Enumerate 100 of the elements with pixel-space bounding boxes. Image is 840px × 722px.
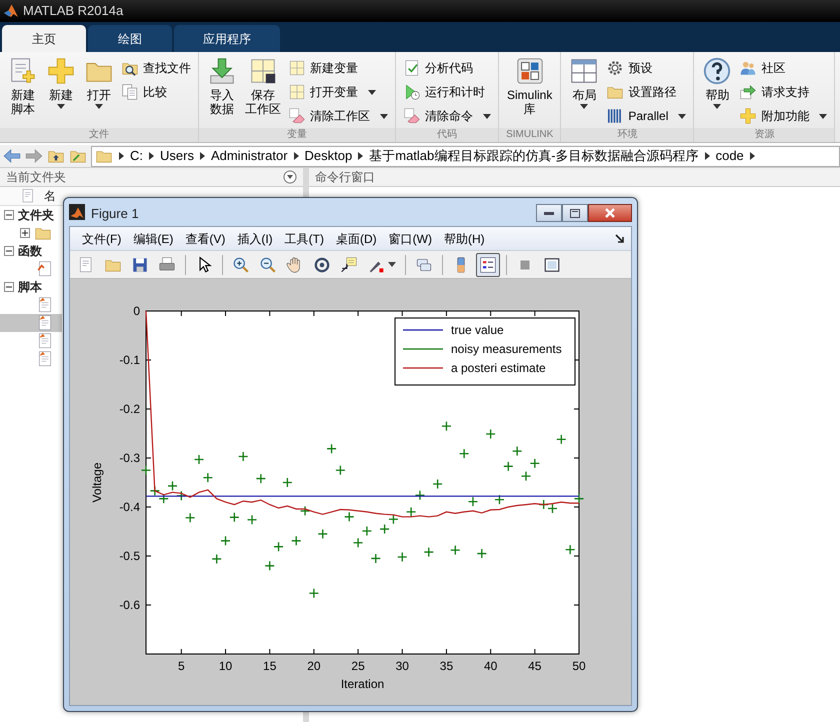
ribbon-button[interactable]: 新建 脚本 [5, 56, 41, 128]
minimize-button[interactable] [536, 204, 562, 222]
tick-label: -0.4 [119, 500, 140, 514]
menu-item[interactable]: 插入(I) [231, 230, 279, 248]
data-point [150, 486, 160, 496]
close-button[interactable] [588, 204, 632, 222]
menu-item[interactable]: 工具(T) [278, 230, 330, 248]
toolbar-button[interactable] [476, 252, 500, 276]
expand-icon[interactable] [20, 228, 30, 238]
menu-item[interactable]: 窗口(W) [382, 230, 438, 248]
data-point [202, 472, 213, 483]
data-point [326, 444, 337, 454]
ribbon-button[interactable]: Simulink 库 [504, 56, 556, 128]
tab[interactable]: 应用程序 [174, 25, 280, 52]
tick-label: 35 [440, 659, 454, 673]
data-point [212, 554, 222, 564]
print-icon [158, 256, 176, 274]
ribbon-button[interactable]: 导入 数据 [204, 56, 240, 128]
data-point [229, 512, 240, 522]
data-point [140, 465, 152, 476]
data-point [565, 544, 576, 555]
ribbon-button[interactable]: 帮助 [699, 56, 736, 128]
ribbon-button[interactable]: 保存 工作区 [242, 56, 284, 128]
menu-item[interactable]: 桌面(D) [330, 230, 383, 248]
legend-icon [479, 256, 497, 274]
dock-icon[interactable] [615, 234, 625, 244]
menu-item[interactable]: 查看(V) [179, 230, 232, 248]
legend-label: a posteri estimate [451, 361, 546, 375]
ribbon-button[interactable]: 运行和计时 [401, 81, 493, 103]
tree-node[interactable]: 脚本 [18, 278, 42, 296]
data-point [273, 542, 284, 552]
path-segment[interactable]: Administrator [210, 146, 288, 166]
tick-label: -0.1 [119, 353, 140, 367]
tick-label: 15 [263, 659, 276, 673]
help-icon [702, 56, 732, 86]
tab[interactable]: 主页 [2, 25, 86, 52]
tab[interactable]: 绘图 [88, 25, 172, 52]
data-point [344, 512, 354, 522]
group-label: 环境 [561, 128, 694, 142]
path-segment[interactable]: C: [130, 146, 143, 166]
plus-icon [46, 56, 76, 86]
path-segment[interactable]: Desktop [304, 146, 352, 166]
tick-label: 25 [351, 659, 365, 673]
column-title: 名 [44, 188, 56, 205]
ribbon-button[interactable]: 清除工作区 [286, 105, 390, 127]
tree-node[interactable]: 文件夹 [18, 206, 54, 224]
ribbon-button[interactable]: 查找文件 [119, 57, 193, 79]
save-icon [131, 256, 149, 274]
script-file-icon [36, 350, 54, 368]
menu-item[interactable]: 帮助(H) [438, 230, 491, 248]
maximize-button[interactable] [562, 204, 588, 222]
tree-node[interactable]: 函数 [18, 242, 42, 260]
data-point [220, 536, 231, 546]
path-segment[interactable]: 基于matlab编程目标跟踪的仿真-多目标数据融合源码程序 [369, 146, 699, 166]
tick-label: -0.5 [119, 549, 140, 563]
chevron-icon [358, 152, 364, 160]
figure-icon [69, 204, 85, 220]
menu-item[interactable]: 编辑(E) [127, 230, 180, 248]
data-point [167, 480, 178, 492]
menu-item[interactable]: 文件(F) [76, 230, 128, 248]
collapse-icon[interactable] [4, 210, 14, 220]
back-icon[interactable] [3, 147, 21, 165]
ribbon-button[interactable]: 打开变量 [286, 81, 390, 103]
ribbon-button[interactable]: Parallel [604, 105, 688, 127]
ribbon-button[interactable]: 新建 [43, 56, 79, 128]
ribbon-button[interactable]: 预设 [604, 57, 688, 79]
data-point [256, 473, 266, 484]
ribbon-button[interactable]: 附加功能 [737, 105, 830, 127]
plus-icon [739, 107, 758, 125]
data-point [538, 499, 549, 510]
ribbon-button[interactable]: 设置路径 [604, 81, 688, 103]
ribbon-button[interactable]: 新建变量 [286, 57, 390, 79]
ribbon-button[interactable]: 分析代码 [401, 57, 493, 79]
tick-label: 10 [218, 659, 232, 673]
data-point [318, 528, 328, 540]
ribbon-button[interactable]: 社区 [737, 57, 830, 79]
ribbon-button[interactable]: 请求支持 [737, 81, 830, 103]
data-point [450, 544, 460, 556]
tick-label: 0 [133, 304, 140, 318]
data-point [300, 506, 310, 516]
ribbon-button[interactable]: 打开 [81, 56, 117, 128]
script-file-icon [36, 314, 54, 332]
tick-label: 40 [484, 659, 498, 673]
collapse-icon[interactable] [4, 282, 14, 292]
chevron-icon [704, 152, 710, 160]
path-segment[interactable]: code [716, 146, 744, 166]
address-field[interactable]: C: Users Administrator Desktop 基于matlab编程目标跟踪的仿真-多目标数据融合源码程序 code [91, 146, 840, 166]
panel-menu-icon[interactable] [283, 170, 297, 184]
group-label: 资源 [694, 128, 834, 142]
grid-icon [288, 83, 306, 101]
data-point [246, 514, 258, 525]
selected-row[interactable] [0, 314, 62, 332]
ribbon-button[interactable]: 布局 [566, 56, 602, 128]
data-point [370, 553, 381, 564]
ribbon-button[interactable]: 比较 [119, 81, 193, 103]
group-label: 变量 [199, 128, 395, 142]
ribbon-button[interactable]: 清除命令 [401, 105, 493, 127]
data-point [512, 446, 522, 456]
path-segment[interactable]: Users [160, 146, 194, 166]
collapse-icon[interactable] [4, 246, 14, 256]
